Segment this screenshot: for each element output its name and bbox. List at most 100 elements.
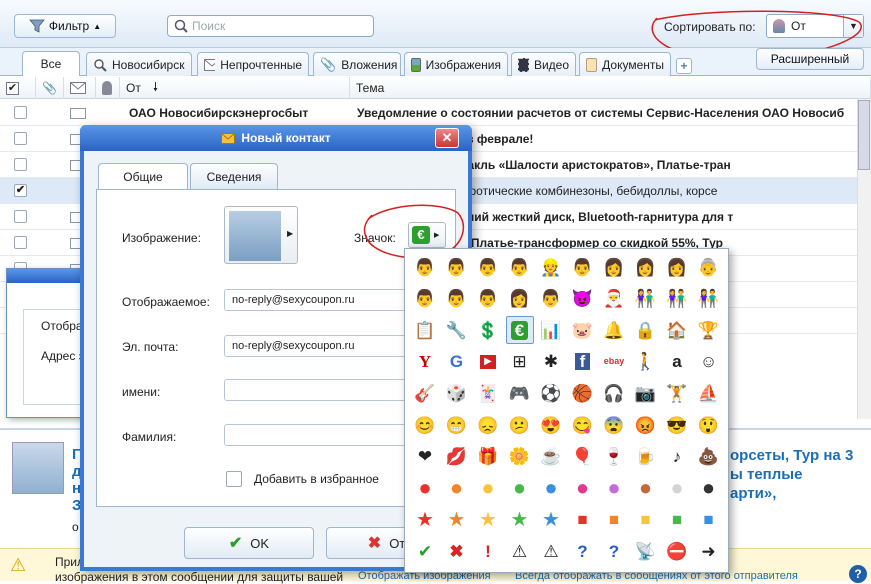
tab-novosibirsk[interactable]: Новосибирск [86, 52, 192, 76]
icon-option[interactable]: ♪ [663, 443, 691, 471]
icon-option[interactable]: 🏀 [569, 379, 597, 407]
icon-option[interactable]: 🚶 [632, 348, 660, 376]
icon-option[interactable]: 👩 [663, 253, 691, 281]
icon-option[interactable]: ▶ [474, 348, 502, 376]
add-tab-icon[interactable]: + [676, 58, 692, 74]
icon-option[interactable]: ● [569, 474, 597, 502]
icon-option[interactable]: a [663, 348, 691, 376]
tab-video[interactable]: Видео [511, 52, 576, 76]
favorites-checkbox[interactable] [226, 471, 242, 487]
icon-option[interactable]: 👨 [537, 285, 565, 313]
icon-option[interactable]: ● [632, 474, 660, 502]
icon-option[interactable]: 🎅 [600, 285, 628, 313]
icon-option[interactable]: ● [663, 474, 691, 502]
icon-option[interactable]: ★ [411, 506, 439, 534]
search-input[interactable] [192, 19, 362, 33]
icon-option[interactable]: 🃏 [474, 379, 502, 407]
icon-option[interactable]: ■ [569, 506, 597, 534]
icon-option[interactable]: ★ [443, 506, 471, 534]
tab-attachments[interactable]: 📎 Вложения [313, 52, 401, 76]
icon-option[interactable]: 👨 [443, 253, 471, 281]
icon-option[interactable]: 👩 [506, 285, 534, 313]
help-icon[interactable]: ? [849, 565, 867, 583]
icon-option[interactable]: € [505, 316, 534, 345]
close-icon[interactable]: ✕ [435, 128, 459, 148]
row-checkbox[interactable] [14, 158, 27, 171]
icon-option[interactable]: 😋 [569, 411, 597, 439]
icon-option[interactable]: 💲 [474, 316, 502, 344]
icon-option[interactable]: 👨 [506, 253, 534, 281]
icon-option[interactable]: 🔧 [443, 316, 471, 344]
icon-option[interactable]: 👫 [632, 285, 660, 313]
icon-option[interactable]: 📡 [632, 537, 660, 565]
icon-option[interactable]: 🎲 [443, 379, 471, 407]
search-box[interactable] [167, 15, 374, 37]
icon-option[interactable]: 🔒 [632, 316, 660, 344]
icon-option[interactable]: ■ [632, 506, 660, 534]
icon-option[interactable]: 🏋 [663, 379, 691, 407]
row-checkbox-checked[interactable]: ✔ [14, 184, 27, 197]
icon-option[interactable]: 😨 [600, 411, 628, 439]
icon-option[interactable]: ⚽ [537, 379, 565, 407]
icon-option[interactable]: ● [443, 474, 471, 502]
icon-option[interactable]: 🎁 [474, 443, 502, 471]
row-checkbox[interactable] [14, 236, 27, 249]
icon-option[interactable]: 😞 [474, 411, 502, 439]
icon-option[interactable]: 💋 [443, 443, 471, 471]
icon-option[interactable]: ☕ [537, 443, 565, 471]
icon-option[interactable]: ★ [474, 506, 502, 534]
icon-option[interactable]: 📊 [537, 316, 565, 344]
icon-option[interactable]: 💩 [695, 443, 723, 471]
icon-option[interactable]: ● [537, 474, 565, 502]
icon-option[interactable]: ● [411, 474, 439, 502]
icon-option[interactable]: ➜ [695, 537, 723, 565]
table-row[interactable]: ОАО Новосибирскэнергосбыт Уведомление о с… [0, 100, 857, 126]
header-contact[interactable] [96, 77, 120, 99]
icon-option[interactable]: ✖ [443, 537, 471, 565]
tab-details[interactable]: Сведения [190, 163, 278, 189]
icon-option[interactable]: 😍 [537, 411, 565, 439]
icon-option[interactable]: ? [569, 537, 597, 565]
icon-option[interactable]: ■ [600, 506, 628, 534]
icon-option[interactable]: G [443, 348, 471, 376]
icon-option[interactable]: ❤ [411, 443, 439, 471]
header-select-all[interactable]: ✔ [0, 77, 36, 99]
icon-option[interactable]: ⚠ [506, 537, 534, 565]
header-read[interactable] [64, 77, 96, 99]
icon-option[interactable]: 😕 [506, 411, 534, 439]
icon-option[interactable]: 🎮 [506, 379, 534, 407]
icon-option[interactable]: 🏠 [663, 316, 691, 344]
tab-general[interactable]: Общие [98, 163, 188, 190]
icon-option[interactable]: 🎸 [411, 379, 439, 407]
icon-option[interactable]: 🍺 [632, 443, 660, 471]
icon-option[interactable]: ★ [506, 506, 534, 534]
row-checkbox[interactable] [14, 210, 27, 223]
icon-option[interactable]: 👵 [695, 253, 723, 281]
header-attachment[interactable]: 📎 [36, 77, 64, 99]
icon-option[interactable]: Y [411, 348, 439, 376]
icon-option[interactable]: 👨 [411, 285, 439, 313]
icon-option[interactable]: ★ [537, 506, 565, 534]
icon-option[interactable]: f [569, 348, 597, 376]
list-scrollbar-thumb[interactable] [858, 100, 870, 170]
icon-option[interactable]: 🍷 [600, 443, 628, 471]
icon-option[interactable]: 👨 [443, 285, 471, 313]
icon-option[interactable]: 👨 [569, 253, 597, 281]
icon-option[interactable]: 😎 [663, 411, 691, 439]
icon-option[interactable]: 😲 [695, 411, 723, 439]
icon-option[interactable]: 🎈 [569, 443, 597, 471]
ok-button[interactable]: ✔ OK [184, 527, 314, 559]
image-picker-button[interactable]: ▶ [224, 206, 298, 264]
icon-option[interactable]: 🌼 [506, 443, 534, 471]
icon-option[interactable]: 👨 [474, 253, 502, 281]
icon-option[interactable]: 👨 [474, 285, 502, 313]
icon-option[interactable]: 🎧 [600, 379, 628, 407]
dialog-titlebar[interactable]: Новый контакт [80, 125, 472, 151]
icon-option[interactable]: 😡 [632, 411, 660, 439]
icon-option[interactable]: 📷 [632, 379, 660, 407]
icon-option[interactable]: 👩 [600, 253, 628, 281]
advanced-button[interactable]: Расширенный [756, 48, 864, 70]
icon-option[interactable]: 📋 [411, 316, 439, 344]
icon-option[interactable]: ✔ [411, 537, 439, 565]
icon-option[interactable]: ● [474, 474, 502, 502]
